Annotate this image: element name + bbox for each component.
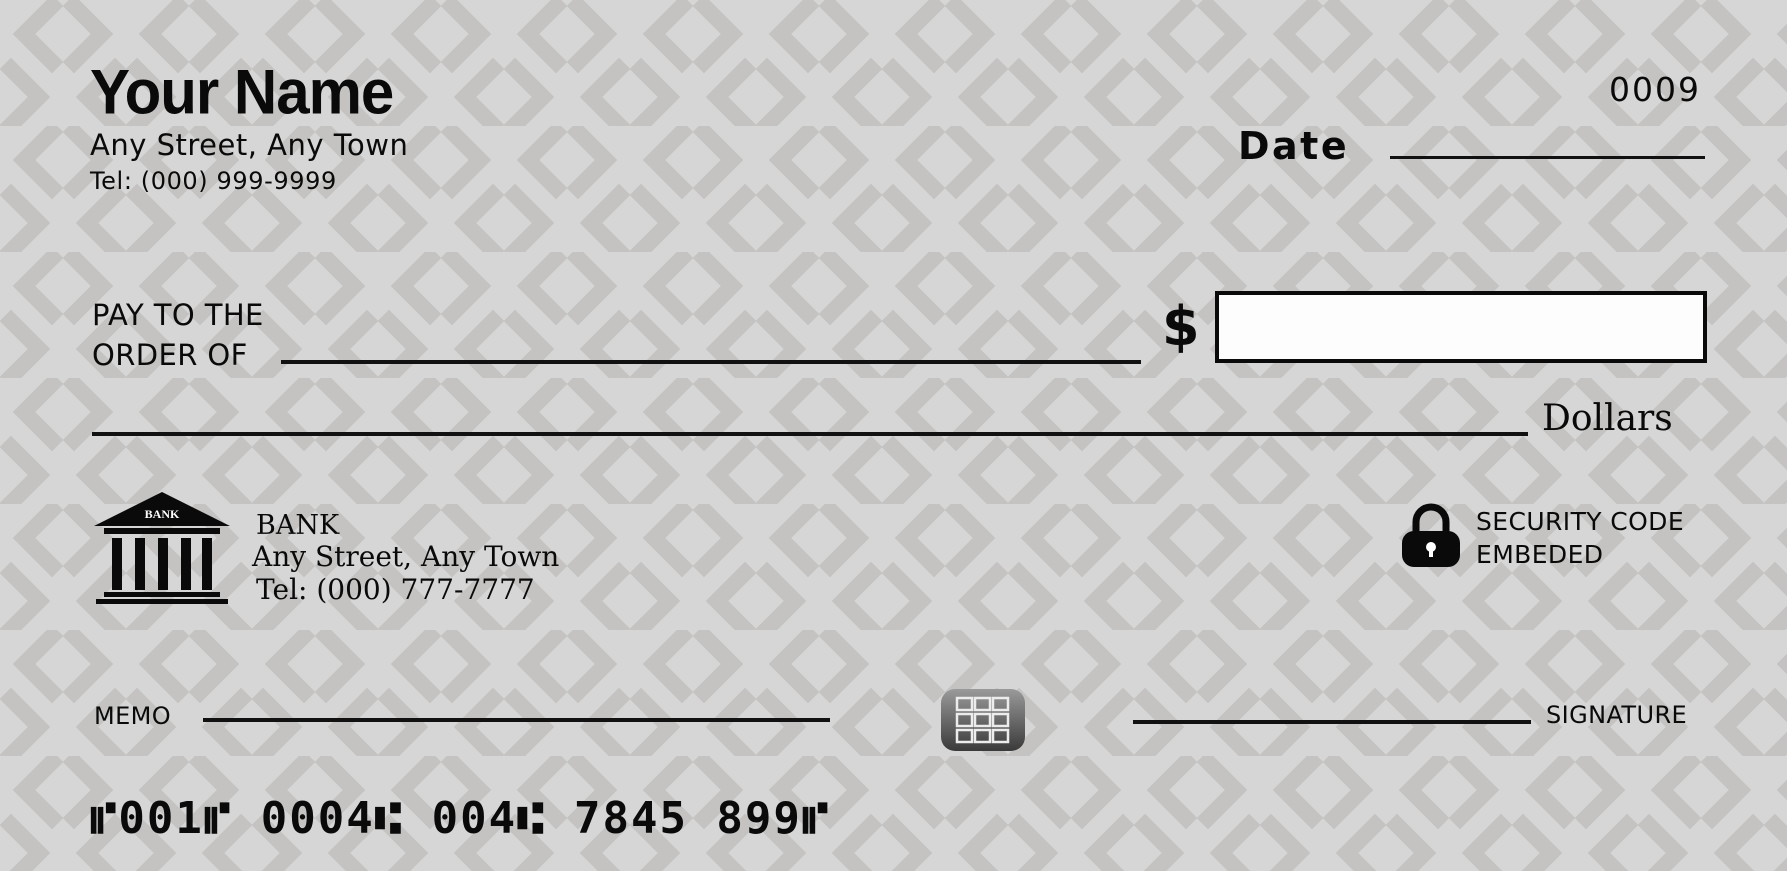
memo-field[interactable] bbox=[203, 718, 830, 722]
date-label: Date bbox=[1238, 124, 1350, 168]
padlock-icon bbox=[1402, 503, 1460, 567]
payee-field[interactable] bbox=[281, 360, 1141, 364]
micr-line: ⑈001⑈ 0004⑆ 004⑆ 7845 899⑈ bbox=[90, 793, 831, 844]
security-code-line2: EMBEDED bbox=[1476, 540, 1604, 569]
account-holder-phone: Tel: (000) 999-9999 bbox=[90, 167, 337, 195]
bank-phone: Tel: (000) 777-7777 bbox=[256, 573, 535, 606]
check-number: 0009 bbox=[1609, 70, 1701, 109]
bank-name: BANK bbox=[256, 510, 340, 541]
bank-address: Any Street, Any Town bbox=[252, 540, 560, 573]
account-holder-name: Your Name bbox=[90, 57, 394, 128]
signature-field[interactable] bbox=[1133, 720, 1531, 724]
pay-to-label-line1: PAY TO THE bbox=[92, 298, 264, 332]
security-code-notice: SECURITY CODE EMBEDED bbox=[1476, 505, 1684, 571]
amount-in-words-field[interactable] bbox=[92, 432, 1528, 436]
signature-label: SIGNATURE bbox=[1546, 701, 1688, 729]
date-field[interactable] bbox=[1390, 156, 1705, 159]
pay-to-label-line2: ORDER OF bbox=[92, 338, 248, 372]
memo-label: MEMO bbox=[94, 702, 172, 730]
bank-building-icon: BANK bbox=[94, 492, 230, 604]
security-code-line1: SECURITY CODE bbox=[1476, 507, 1685, 536]
account-holder-address: Any Street, Any Town bbox=[90, 128, 409, 162]
dollar-sign: $ bbox=[1162, 295, 1200, 358]
dollars-label: Dollars bbox=[1542, 398, 1673, 439]
bank-icon-label: BANK bbox=[145, 507, 180, 521]
pay-to-label: PAY TO THE ORDER OF bbox=[92, 295, 264, 375]
amount-field[interactable] bbox=[1215, 291, 1707, 363]
bank-check: Your Name Any Street, Any Town Tel: (000… bbox=[0, 0, 1787, 871]
security-chip-icon bbox=[941, 689, 1025, 751]
